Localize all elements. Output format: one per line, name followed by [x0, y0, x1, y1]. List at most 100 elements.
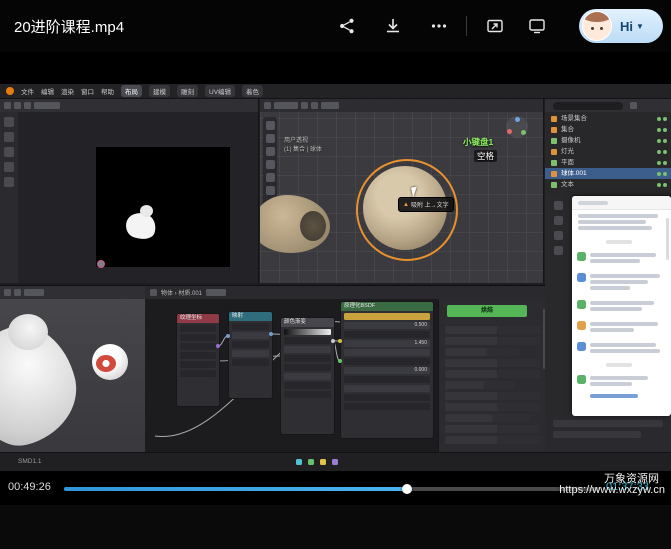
socket [338, 339, 342, 343]
account-button[interactable]: Hi ▼ [579, 9, 663, 43]
menu-item: 编辑 [41, 86, 54, 96]
image-selector [34, 102, 60, 109]
video-title: 20进阶课程.mp4 [14, 16, 124, 37]
visibility-icons [657, 139, 661, 143]
title-bar: 20进阶课程.mp4 Hi ▼ [0, 0, 671, 52]
chat-avatar [577, 375, 586, 384]
bake-button: 烘焙 [447, 305, 527, 317]
chat-text-line [578, 226, 652, 230]
socket [331, 339, 335, 343]
chat-text-line [590, 280, 648, 284]
viewport-header [260, 99, 543, 112]
eyeball-object [92, 344, 128, 380]
axis-y-dot [521, 130, 526, 135]
mode-icon [264, 102, 271, 109]
status-icon [320, 459, 326, 465]
node-row [284, 337, 331, 344]
outliner-row: 灯光 [545, 146, 671, 157]
uv-editor-header [0, 99, 258, 112]
baked-image-canvas [96, 147, 230, 267]
status-text: SMD1.1 [18, 458, 41, 465]
node-mapping: 映射 [228, 311, 273, 399]
tool-icon [4, 132, 14, 142]
workspace-tab: 布局 [121, 85, 142, 97]
mesh-icon [551, 171, 557, 177]
property-row [553, 420, 663, 427]
menu-icon [24, 102, 31, 109]
video-surface[interactable]: 文件 编辑 渲染 窗口 帮助 布局 建模 雕刻 UV编辑 着色 [0, 52, 671, 472]
menu-item: 渲染 [61, 86, 74, 96]
panel-row [445, 326, 540, 334]
node-principled-bsdf: 原理化BSDF 0.500 1.450 0.000 [340, 301, 434, 439]
node-row [232, 332, 269, 339]
mini-player-icon[interactable] [526, 15, 548, 37]
node-row [232, 350, 269, 357]
chat-header [572, 196, 671, 210]
status-icon [308, 459, 314, 465]
progress-handle[interactable] [402, 484, 412, 494]
shading-dropdown [24, 289, 44, 296]
workspace-tab: 雕刻 [177, 85, 198, 97]
mode-dropdown [274, 102, 298, 109]
viewport-info-line: 用户透视 [284, 135, 308, 144]
panel-row [445, 392, 540, 400]
outliner-header [545, 99, 671, 112]
outliner-label: 平面 [561, 159, 574, 166]
chat-timestamp [606, 363, 632, 367]
node-row [344, 394, 430, 401]
panel-row [445, 436, 540, 444]
outliner-search [553, 102, 623, 110]
chat-text-line [590, 307, 642, 311]
progress-fill [64, 487, 407, 491]
chat-text-line [578, 220, 646, 224]
more-icon[interactable] [428, 15, 450, 37]
tool-icon [4, 162, 14, 172]
chevron-down-icon: ▼ [636, 22, 644, 31]
header-divider [466, 16, 467, 36]
property-row [553, 431, 641, 438]
chat-text-line [590, 343, 656, 347]
node-title: 原理化BSDF [341, 302, 433, 311]
outliner-row: 文本 [545, 179, 671, 190]
outliner-label: 灯光 [561, 148, 574, 155]
visibility-icons [657, 117, 661, 121]
outliner-panel: 场景集合 集合 摄像机 灯光 平面 球体.001 文本 [545, 99, 671, 195]
outliner-label: 集合 [561, 126, 574, 133]
chat-text-line [590, 274, 660, 278]
avatar [582, 11, 612, 41]
chat-text-line [590, 376, 648, 380]
uv-image-editor [0, 99, 259, 283]
overlay-dropdown [321, 102, 339, 109]
shader-node-editor: 物体 › 材质.001 纹理坐标 [145, 285, 545, 453]
node-row [284, 391, 331, 398]
visibility-icons [657, 183, 661, 187]
panel-row [445, 348, 520, 356]
socket [269, 332, 273, 336]
outliner-label: 球体.001 [561, 170, 587, 177]
account-label: Hi [620, 19, 633, 34]
node-row [232, 323, 269, 330]
status-icon [296, 459, 302, 465]
chat-text-line [590, 301, 654, 305]
workspace-tab: UV编辑 [205, 85, 235, 97]
download-icon[interactable] [382, 15, 404, 37]
visibility-icons [657, 161, 661, 165]
node-row [180, 352, 216, 359]
share-icon[interactable] [336, 15, 358, 37]
outliner-row-selected: 球体.001 [545, 168, 671, 179]
chat-avatar [577, 300, 586, 309]
progress-bar[interactable] [64, 487, 600, 491]
video-player-window: 20进阶课程.mp4 Hi ▼ 文件 编辑 [0, 0, 671, 549]
base-color-chip [344, 313, 430, 320]
chat-text-line [590, 259, 640, 263]
outliner-row: 摄像机 [545, 135, 671, 146]
properties-tab-icon [554, 246, 563, 255]
popup-window-icon[interactable] [484, 15, 506, 37]
panel-row [445, 381, 515, 389]
node-row [284, 355, 331, 362]
outliner-label: 场景集合 [561, 115, 587, 122]
snap-icon [301, 102, 308, 109]
outliner-row: 平面 [545, 157, 671, 168]
navigation-gizmo [506, 116, 528, 138]
node-row [284, 346, 331, 353]
